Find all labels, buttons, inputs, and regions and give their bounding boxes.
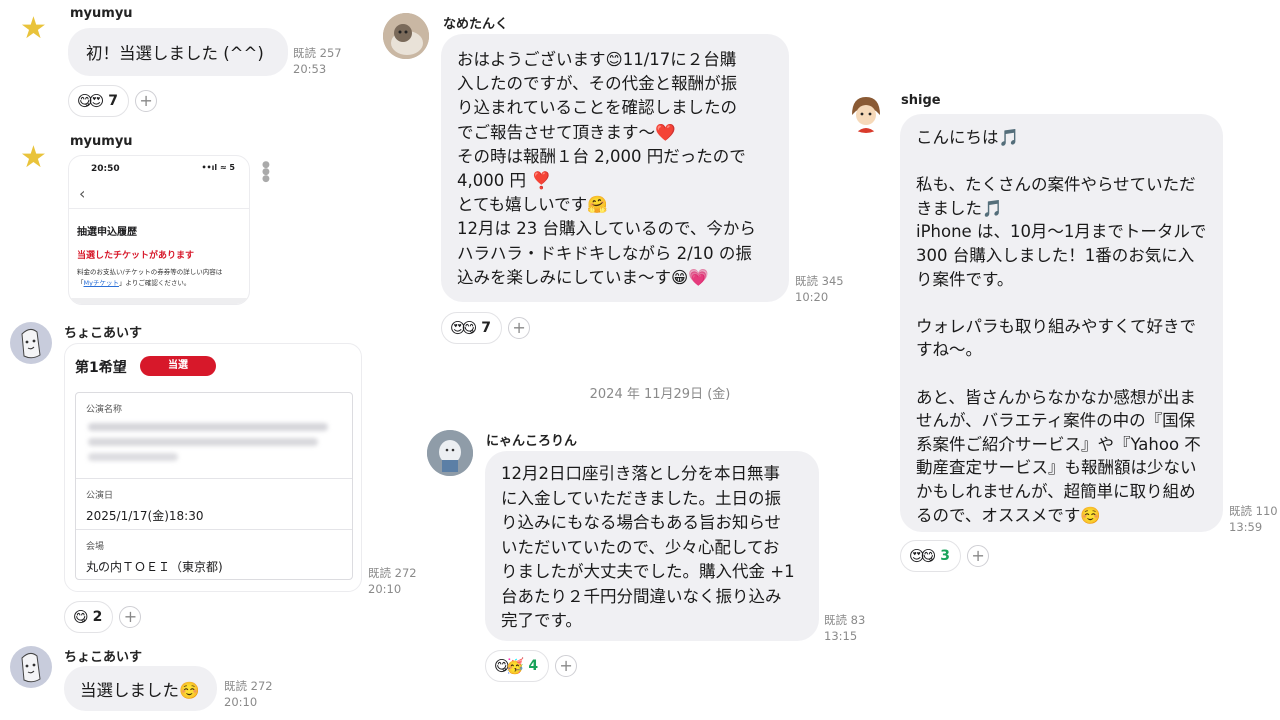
phone-status-icons: ••ıl ≈ 5 <box>201 163 235 172</box>
sender-name: myumyu <box>70 134 133 149</box>
read-count: 既読 272 <box>224 679 273 693</box>
reaction-pill[interactable]: 😍😋 3 <box>900 540 962 572</box>
note-suffix: 」よりご確認ください。 <box>118 279 191 287</box>
cat-photo-icon <box>383 13 429 59</box>
reaction-pill[interactable]: 😋😍 7 <box>68 85 130 117</box>
avatar-illustration-icon <box>21 652 41 683</box>
message-text: おはようございます😊11/17に２台購 入したのですが、その代金と報酬が振 り込… <box>457 50 756 287</box>
cat-photo-icon <box>427 430 473 476</box>
phone-time: 20:50 <box>91 164 120 174</box>
sender-name: にゃんころりん <box>486 434 578 449</box>
avatar <box>383 13 429 59</box>
reaction-bar: 😋😍 7 + <box>68 85 158 117</box>
note-line: 料金のお支払い/チケットの券券等の詳しい内容は <box>77 268 223 276</box>
read-count: 既読 83 <box>824 613 866 627</box>
screenshot-attachment[interactable]: 20:50 ••ıl ≈ 5 ‹ 抽選申込履歴 当選したチケットがあります 料金… <box>68 155 250 305</box>
message-bubble[interactable]: 12月2日口座引き落とし分を本日無事 に入金していただきました。土日の振 り込み… <box>485 451 819 641</box>
timestamp: 10:20 <box>795 290 829 304</box>
timestamp: 20:10 <box>224 695 258 709</box>
star-icon: ★ <box>20 140 47 175</box>
field-label: 公演名称 <box>86 405 123 415</box>
read-count: 既読 257 <box>293 46 342 60</box>
sender-name: myumyu <box>70 6 133 21</box>
reaction-count: 3 <box>940 548 951 564</box>
message-text: 初！当選しました (^^) <box>86 44 264 63</box>
message-meta: 既読 83 13:15 <box>824 612 865 644</box>
history-heading: 抽選申込履歴 <box>77 227 137 238</box>
more-options-icon[interactable]: ● ● ● <box>262 161 270 184</box>
message-bubble[interactable]: おはようございます😊11/17に２台購 入したのですが、その代金と報酬が振 り込… <box>441 34 789 302</box>
timestamp: 13:15 <box>824 629 858 643</box>
reaction-count: 4 <box>528 658 539 674</box>
reaction-bar: 😍😋 3 + <box>900 540 990 572</box>
message-meta: 既読 272 20:10 <box>368 565 417 597</box>
read-count: 既読 110 <box>1229 504 1278 518</box>
win-badge: 当選 <box>140 356 216 376</box>
venue: 丸の内ＴＯＥＩ（東京都) <box>86 560 223 574</box>
avatar <box>10 322 52 364</box>
message-text: 当選しました☺️ <box>80 681 200 700</box>
message-bubble[interactable]: こんにちは🎵 私も、たくさんの案件やらせていただ きました🎵 iPhone は、… <box>900 114 1223 532</box>
event-date: 2025/1/17(金)18:30 <box>86 509 204 523</box>
timestamp: 20:53 <box>293 62 327 76</box>
avatar <box>846 93 886 133</box>
timestamp: 20:10 <box>368 582 402 596</box>
reaction-emojis: 😋 <box>73 608 89 626</box>
reaction-emojis: 😍😋 <box>909 547 936 565</box>
add-reaction-button[interactable]: + <box>119 606 142 628</box>
star-icon: ★ <box>20 11 47 46</box>
choice-title: 第1希望 <box>75 360 127 376</box>
sender-name: なめたんく <box>443 17 509 32</box>
add-reaction-button[interactable]: + <box>555 655 578 677</box>
detail-table: 公演名称 公演日 2025/1/17(金)18:30 会場 丸の内ＴＯＥＩ（東京… <box>75 392 353 580</box>
win-alert: 当選したチケットがあります <box>77 251 195 261</box>
date-divider: 2024 年 11月29日 (金) <box>589 387 731 402</box>
message-bubble[interactable]: 初！当選しました (^^) <box>68 28 288 76</box>
sender-name: ちょこあいす <box>64 326 143 341</box>
reaction-bar: 😍😋 7 + <box>441 312 531 344</box>
reaction-emojis: 😋🥳 <box>494 657 524 675</box>
character-avatar-icon <box>852 97 880 133</box>
add-reaction-button[interactable]: + <box>135 90 158 112</box>
message-text: 12月2日口座引き落とし分を本日無事 に入金していただきました。土日の振 り込み… <box>501 464 795 630</box>
result-card[interactable]: 第1希望 当選 公演名称 公演日 2025/1/17(金)18:30 会場 丸の… <box>64 343 362 592</box>
message-meta: 既読 345 10:20 <box>795 273 844 305</box>
read-count: 既読 272 <box>368 566 417 580</box>
back-icon: ‹ <box>79 184 86 203</box>
avatar-illustration-icon <box>21 328 41 359</box>
add-reaction-button[interactable]: + <box>508 317 531 339</box>
sender-name: ちょこあいす <box>64 650 143 665</box>
avatar <box>10 646 52 688</box>
reaction-count: 7 <box>481 320 492 336</box>
reaction-bar: 😋🥳 4 + <box>485 650 578 682</box>
avatar <box>427 430 473 476</box>
message-meta: 既読 110 13:59 <box>1229 503 1278 535</box>
reaction-count: 7 <box>108 93 119 109</box>
message-meta: 既読 257 20:53 <box>293 45 342 77</box>
message-bubble[interactable]: 当選しました☺️ <box>64 666 217 711</box>
sender-name: shige <box>901 93 941 108</box>
reaction-emojis: 😍😋 <box>450 319 477 337</box>
reaction-pill[interactable]: 😍😋 7 <box>441 312 503 344</box>
field-label: 公演日 <box>86 491 114 501</box>
blurred-title <box>88 419 338 465</box>
reaction-bar: 😋 2 + <box>64 601 142 633</box>
message-text: こんにちは🎵 私も、たくさんの案件やらせていただ きました🎵 iPhone は、… <box>916 128 1207 525</box>
read-count: 既読 345 <box>795 274 844 288</box>
reaction-pill[interactable]: 😋🥳 4 <box>485 650 550 682</box>
message-meta: 既読 272 20:10 <box>224 678 273 710</box>
my-ticket-link[interactable]: Myチケット <box>84 279 119 287</box>
reaction-count: 2 <box>92 609 103 625</box>
add-reaction-button[interactable]: + <box>967 545 990 567</box>
reaction-emojis: 😋😍 <box>77 92 104 110</box>
reaction-pill[interactable]: 😋 2 <box>64 601 114 633</box>
timestamp: 13:59 <box>1229 520 1263 534</box>
field-label: 会場 <box>86 542 105 552</box>
